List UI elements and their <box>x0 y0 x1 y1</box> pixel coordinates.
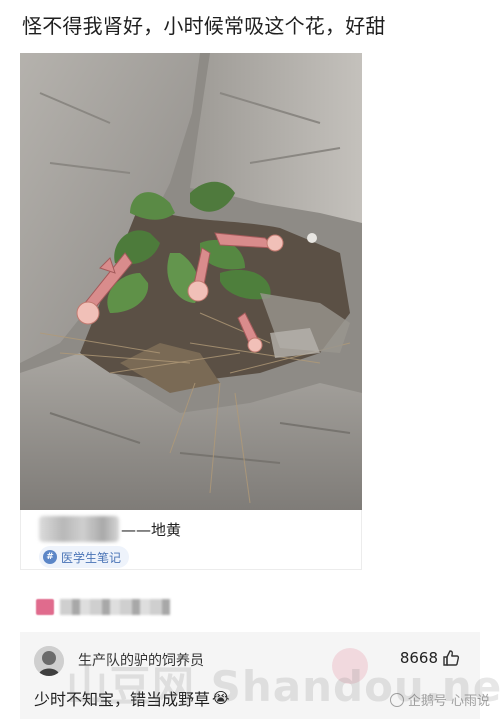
like-control[interactable]: 8668 <box>400 649 460 667</box>
caption-line: ——地黄 <box>39 516 181 542</box>
comment-username[interactable]: 生产队的驴的饲养员 <box>78 650 204 670</box>
watermark-source: 企鹅号 心雨说 <box>389 690 490 709</box>
like-count: 8668 <box>399 649 438 667</box>
flower-photo[interactable] <box>20 53 362 510</box>
caption-text: ——地黄 <box>121 520 182 539</box>
thumbs-up-icon[interactable] <box>442 649 460 667</box>
blurred-word <box>39 516 119 542</box>
photo-illustration <box>20 53 362 510</box>
avatar[interactable] <box>34 646 64 676</box>
comment-text-row: 少时不知宝，错当成野草 😭 <box>34 686 230 710</box>
post-page: 怪不得我肾好，小时候常吸这个花，好甜 ——地黄 # 医学生笔记 生产队的驴的饲养… <box>0 0 500 719</box>
source-tag-label: 医学生笔记 <box>61 550 122 565</box>
watermark-badge-icon <box>332 648 368 684</box>
tag-icon: # <box>43 550 57 564</box>
blurred-emoji <box>36 599 54 615</box>
blurred-line <box>36 598 170 616</box>
blurred-text <box>60 599 170 615</box>
comment-text: 少时不知宝，错当成野草 <box>34 690 211 709</box>
source-tag[interactable]: # 医学生笔记 <box>39 546 130 568</box>
caption-card[interactable]: ——地黄 # 医学生笔记 <box>20 510 362 570</box>
watermark-source-label: 企鹅号 心雨说 <box>407 694 490 709</box>
crying-emoji-icon: 😭 <box>212 689 230 707</box>
post-text: 怪不得我肾好，小时候常吸这个花，好甜 <box>22 14 386 38</box>
avatar-image <box>34 646 64 676</box>
penguin-icon <box>389 692 404 707</box>
